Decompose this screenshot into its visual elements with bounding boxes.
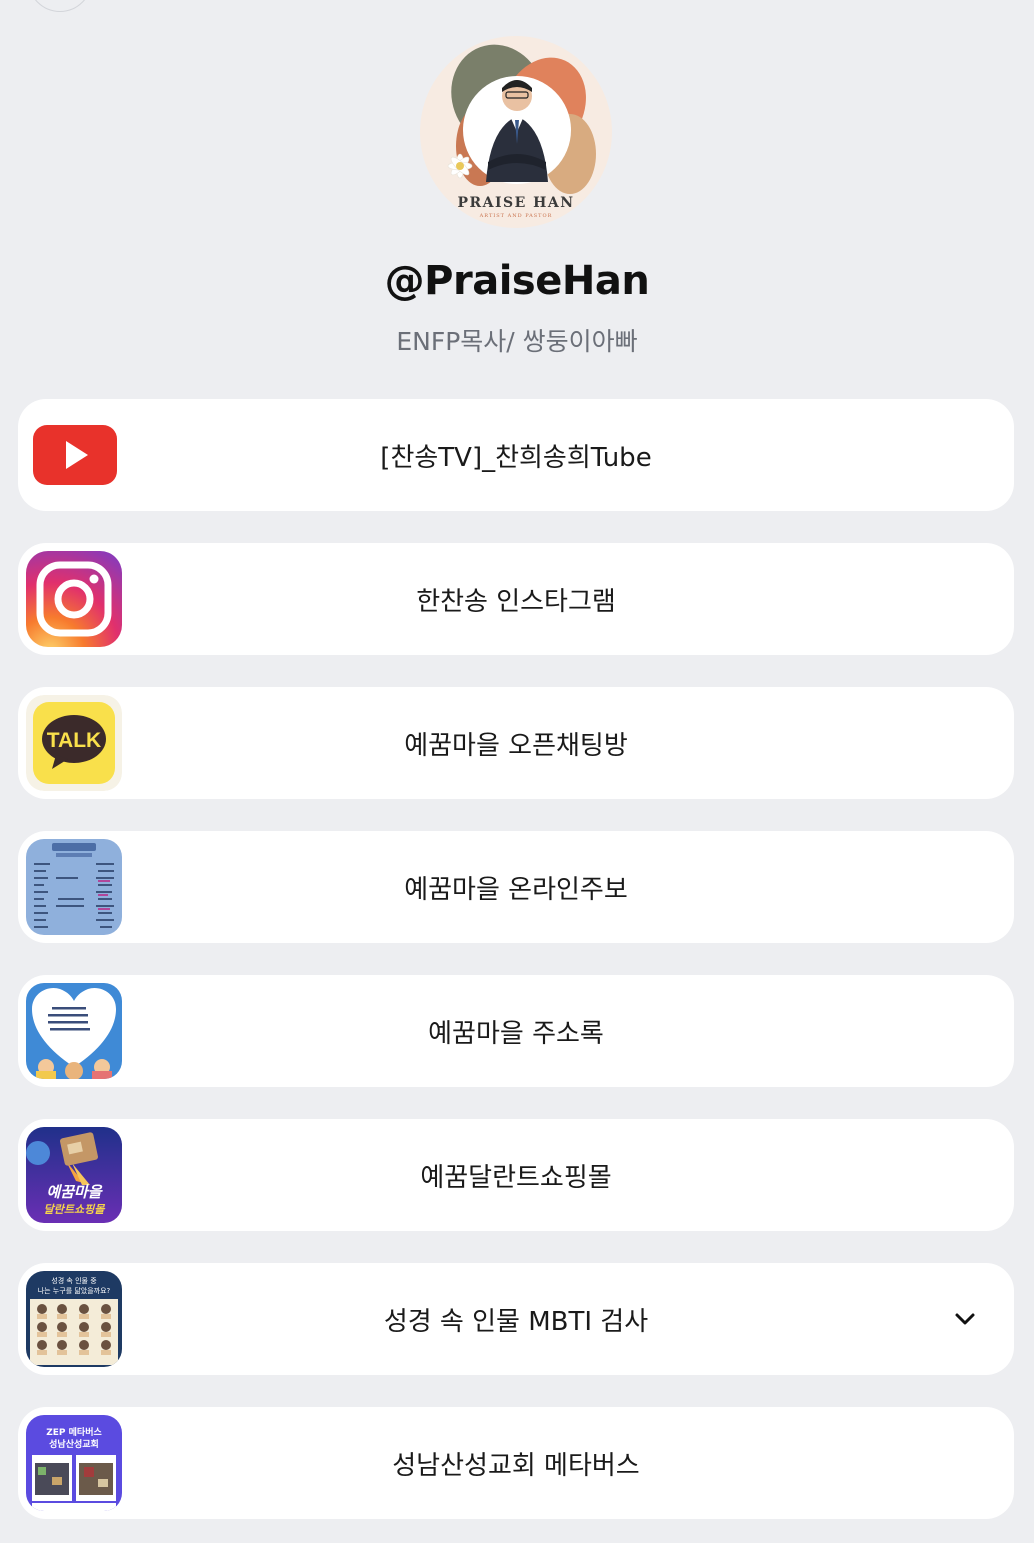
mbti-thumb-line1: 성경 속 인물 중 (51, 1276, 97, 1285)
link-label: [찬송TV]_찬희송희Tube (380, 442, 652, 473)
talent-shop-thumbnail: 예꿈마을 달란트쇼핑몰 (26, 1127, 122, 1223)
kakaotalk-icon-text: TALK (47, 729, 101, 752)
link-label: 예꿈마을 온라인주보 (404, 874, 628, 905)
mbti-thumb-line2: 나는 누구를 닮았을까요? (38, 1286, 111, 1295)
link-list: [찬송TV]_찬희송희Tube 한찬송 인스타그램 TALK 예꿈마을 오픈채팅… (18, 399, 1014, 1543)
metaverse-thumb-line1: ZEP 메타버스 (46, 1426, 102, 1438)
chevron-down-icon[interactable] (952, 1306, 978, 1332)
link-label: 한찬송 인스타그램 (416, 586, 616, 617)
link-online-bulletin[interactable]: 예꿈마을 온라인주보 (18, 831, 1014, 943)
avatar-logo-subtext: ARTIST AND PASTOR (479, 213, 553, 219)
kakaotalk-icon: TALK (26, 695, 122, 791)
link-talent-shop[interactable]: 예꿈마을 달란트쇼핑몰 예꿈달란트쇼핑몰 (18, 1119, 1014, 1231)
link-bible-mbti[interactable]: 성경 속 인물 중 나는 누구를 닮았을까요? 성경 속 인물 MBTI 검사 (18, 1263, 1014, 1375)
link-youtube[interactable]: [찬송TV]_찬희송희Tube (18, 399, 1014, 511)
address-book-thumbnail (26, 983, 122, 1079)
bulletin-thumbnail (26, 839, 122, 935)
avatar-logo-text: PRAISE HAN (457, 195, 575, 211)
metaverse-thumbnail: ZEP 메타버스 성남산성교회 (26, 1415, 122, 1511)
link-instagram[interactable]: 한찬송 인스타그램 (18, 543, 1014, 655)
linktree-page: PRAISE HAN ARTIST AND PASTOR @PraiseHan … (0, 0, 1034, 1543)
profile-bio: ENFP목사/ 쌍둥이아빠 (396, 327, 638, 356)
profile-avatar: PRAISE HAN ARTIST AND PASTOR (420, 36, 612, 228)
mbti-thumbnail: 성경 속 인물 중 나는 누구를 닮았을까요? (26, 1271, 122, 1367)
link-label: 성남산성교회 메타버스 (392, 1450, 640, 1481)
link-kakao-openchat[interactable]: TALK 예꿈마을 오픈채팅방 (18, 687, 1014, 799)
instagram-icon (26, 551, 122, 647)
link-metaverse[interactable]: ZEP 메타버스 성남산성교회 성남산성교회 메타버스 (18, 1407, 1014, 1519)
link-label: 예꿈마을 주소록 (428, 1018, 604, 1049)
talent-shop-thumb-subtitle: 달란트쇼핑몰 (44, 1203, 107, 1216)
youtube-icon (26, 407, 122, 503)
link-label: 예꿈달란트쇼핑몰 (420, 1162, 612, 1193)
link-label: 성경 속 인물 MBTI 검사 (383, 1306, 649, 1337)
menu-button[interactable] (28, 0, 92, 12)
metaverse-thumb-line2: 성남산성교회 (49, 1438, 99, 1450)
link-label: 예꿈마을 오픈채팅방 (404, 730, 628, 761)
link-address-book[interactable]: 예꿈마을 주소록 (18, 975, 1014, 1087)
talent-shop-thumb-title: 예꿈마을 (46, 1183, 103, 1201)
profile-handle: @PraiseHan (384, 258, 650, 304)
